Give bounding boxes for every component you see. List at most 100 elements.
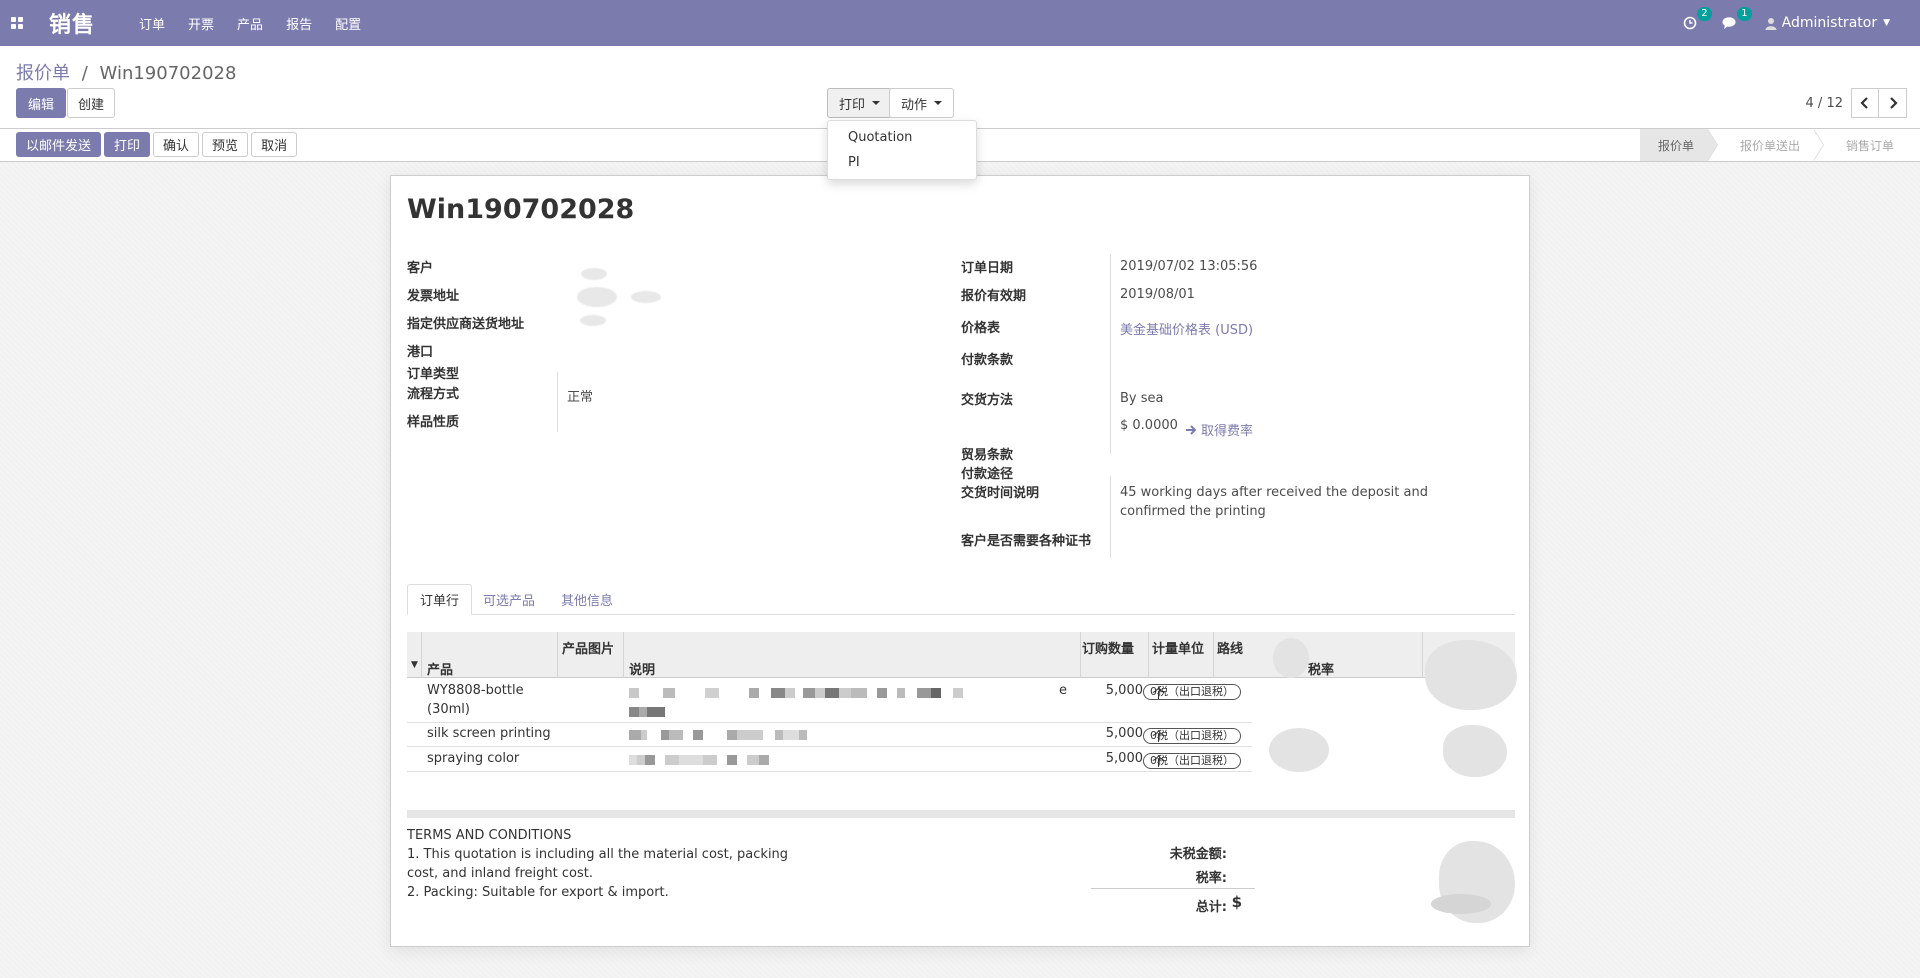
pager-next-button[interactable] — [1879, 88, 1907, 118]
pricelist-link[interactable]: 美金基础价格表 (USD) — [1120, 319, 1253, 338]
print-dropdown-button[interactable]: 打印 — [827, 88, 893, 118]
tax-tag[interactable]: 0税（出口退税） — [1143, 753, 1241, 769]
delivery-cost-value: $ 0.0000 — [1120, 418, 1178, 433]
pager-value[interactable]: 4 / 12 — [1806, 96, 1843, 111]
table-row[interactable]: WY8808-bottle (30ml) e 5,000 个 — [407, 678, 1252, 723]
label-certificates-required: 客户是否需要各种证书 — [961, 534, 1092, 549]
form-sheet: Win190702028 客户 发票地址 指定供应商送货地址 港口 订单类型 流… — [390, 175, 1530, 947]
edit-button[interactable]: 编辑 — [16, 88, 67, 118]
user-menu[interactable]: Administrator ▼ — [1765, 15, 1890, 31]
validity-date-value[interactable]: 2019/08/01 — [1120, 287, 1195, 302]
breadcrumb-quotations-link[interactable]: 报价单 — [16, 63, 70, 84]
totals-divider — [1091, 888, 1255, 889]
confirm-button[interactable]: 确认 — [153, 132, 200, 157]
delivery-method-value[interactable]: By sea — [1120, 391, 1163, 406]
col-product-image[interactable]: 产品图片 — [562, 638, 614, 657]
terms-line: 2. Packing: Suitable for export & import… — [407, 885, 669, 900]
quantity-value: 5,000 — [1105, 726, 1143, 741]
terms-heading: TERMS AND CONDITIONS — [407, 828, 572, 843]
cancel-button[interactable]: 取消 — [251, 132, 298, 157]
label-invoice-address: 发票地址 — [407, 289, 460, 304]
menu-invoicing[interactable]: 开票 — [188, 14, 214, 33]
delivery-note-line2[interactable]: confirmed the printing — [1120, 504, 1266, 519]
menu-reports[interactable]: 报告 — [286, 14, 312, 33]
chevron-right-icon — [1889, 97, 1898, 109]
col-description[interactable]: 说明 — [629, 659, 655, 678]
print-dropdown-label: 打印 — [839, 97, 866, 113]
redacted-route — [1269, 728, 1329, 772]
order-date-value[interactable]: 2019/07/02 13:05:56 — [1120, 259, 1257, 274]
field-divider — [557, 372, 558, 432]
breadcrumb-current: Win190702028 — [99, 63, 237, 84]
tax-amount-label: 税率: — [1195, 871, 1227, 886]
col-tax[interactable]: 税率 — [1308, 659, 1334, 678]
terms-and-conditions[interactable]: TERMS AND CONDITIONS 1. This quotation i… — [407, 826, 788, 902]
label-customer: 客户 — [407, 261, 434, 276]
arrow-right-icon — [1186, 424, 1197, 435]
app-name: 销售 — [49, 13, 96, 38]
table-row[interactable]: spraying color 5,000 个 — [407, 747, 1252, 772]
top-navbar: 销售 订单 开票 产品 报告 配置 2 1 Administrator ▼ — [0, 0, 1920, 46]
apps-menu-icon[interactable] — [2, 0, 32, 46]
clock-icon — [1683, 16, 1696, 30]
stage-arrow — [1706, 129, 1718, 161]
print-quotation-item[interactable]: Quotation — [828, 125, 976, 150]
tab-other-info[interactable]: 其他信息 — [549, 584, 625, 615]
tab-optional-products[interactable]: 可选产品 — [471, 584, 547, 615]
tax-tag[interactable]: 0税（出口退税） — [1143, 684, 1241, 700]
menu-configuration[interactable]: 配置 — [335, 14, 361, 33]
send-by-email-button[interactable]: 以邮件发送 — [16, 132, 102, 157]
activity-badge: 2 — [1697, 7, 1712, 21]
col-product[interactable]: 产品 — [427, 659, 453, 678]
label-order-type: 订单类型 — [407, 367, 460, 382]
redacted-invoice-address — [577, 287, 617, 307]
product-name: (30ml) — [427, 702, 470, 717]
caret-down-icon: ▼ — [1883, 18, 1890, 28]
user-name: Administrator — [1781, 15, 1878, 31]
redacted-totals — [1431, 894, 1491, 914]
messages-button[interactable]: 1 — [1721, 7, 1752, 32]
chat-icon — [1722, 17, 1736, 29]
process-mode-value[interactable]: 正常 — [567, 386, 593, 405]
stage-arrow — [1812, 129, 1824, 161]
print-pi-item[interactable]: PI — [828, 150, 976, 175]
menu-products[interactable]: 产品 — [237, 14, 263, 33]
tax-tag[interactable]: 0税（出口退税） — [1143, 728, 1241, 744]
print-button[interactable]: 打印 — [104, 132, 151, 157]
col-quantity[interactable]: 订购数量 — [1082, 638, 1134, 657]
redacted-description — [629, 707, 665, 717]
col-route[interactable]: 路线 — [1217, 638, 1243, 657]
get-rate-button[interactable]: 取得费率 — [1186, 420, 1253, 439]
tab-order-lines[interactable]: 订单行 — [407, 584, 473, 615]
caret-down-icon — [934, 101, 943, 105]
total-label: 总计: — [1195, 900, 1227, 915]
label-payment-terms: 付款条款 — [961, 353, 1014, 368]
terms-line: 1. This quotation is including all the m… — [407, 847, 789, 862]
breadcrumb: 报价单 / Win190702028 — [16, 59, 236, 85]
delivery-note-line1[interactable]: 45 working days after received the depos… — [1120, 485, 1428, 500]
label-delivery-time-note: 交货时间说明 — [961, 486, 1040, 501]
stage-quotation-sent: 报价单送出 — [1739, 138, 1800, 153]
chevron-left-icon — [1860, 97, 1868, 109]
notebook-tabs: 订单行 可选产品 其他信息 — [407, 584, 1515, 615]
get-rate-label: 取得费率 — [1201, 424, 1254, 439]
pager: 4 / 12 — [1806, 88, 1907, 118]
table-header: ▼ 产品 产品图片 说明 订购数量 计量单位 路线 税率 — [407, 632, 1515, 678]
preview-button[interactable]: 预览 — [202, 132, 249, 157]
menu-orders[interactable]: 订单 — [139, 14, 165, 33]
action-dropdown-button[interactable]: 动作 — [889, 88, 955, 118]
label-process-mode: 流程方式 — [407, 387, 460, 402]
stage-sales-order: 销售订单 — [1845, 138, 1894, 153]
user-icon — [1765, 17, 1777, 30]
header-buttons: 以邮件发送 打印 确认 预览 取消 — [16, 132, 298, 157]
redacted-delivery-address — [580, 315, 606, 326]
table-row[interactable]: silk screen printing 5,000 个 — [407, 723, 1252, 747]
redacted-subtotal — [1425, 640, 1517, 710]
label-payment-route: 付款途径 — [961, 467, 1014, 482]
activity-button[interactable]: 2 — [1681, 7, 1712, 32]
create-button[interactable]: 创建 — [67, 88, 116, 118]
sort-handle-icon[interactable]: ▼ — [411, 660, 418, 670]
pager-previous-button[interactable] — [1851, 88, 1879, 118]
col-uom[interactable]: 计量单位 — [1152, 638, 1204, 657]
stage-quotation: 报价单 — [1639, 129, 1708, 161]
